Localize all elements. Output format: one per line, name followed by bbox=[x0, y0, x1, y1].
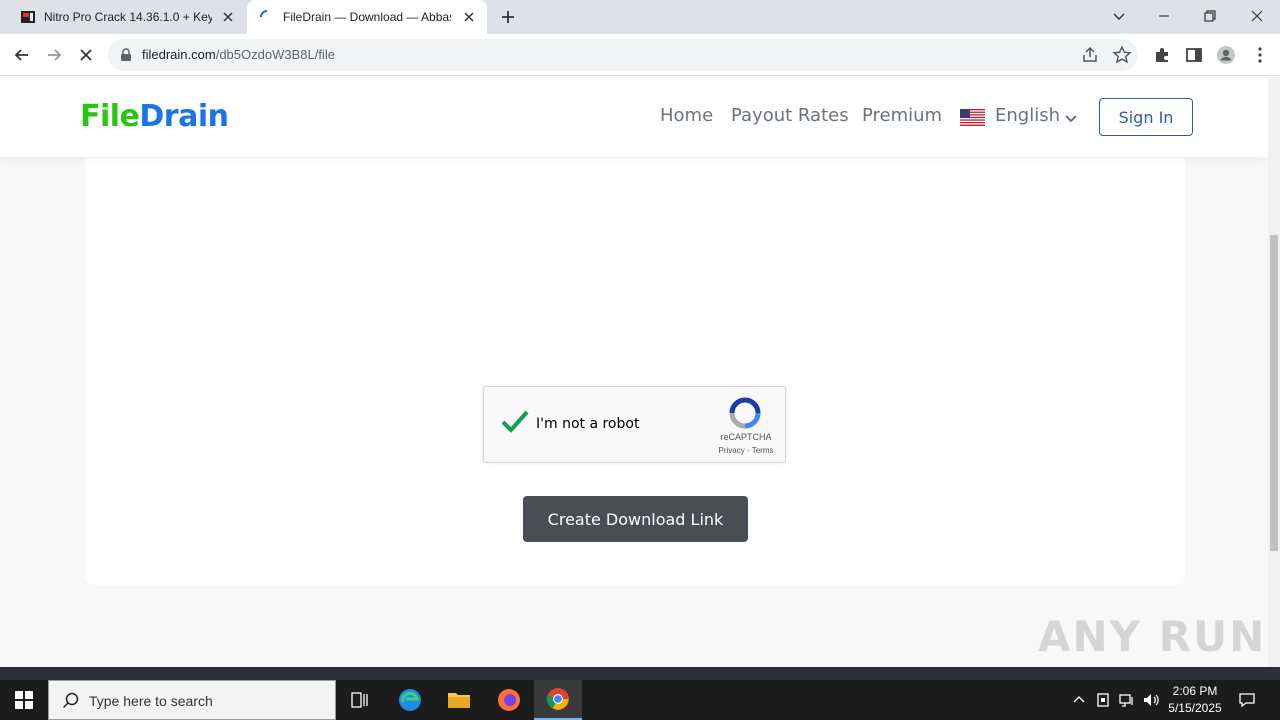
notifications-icon[interactable] bbox=[1238, 691, 1256, 709]
windows-logo-icon bbox=[15, 691, 33, 709]
page-viewport: FileDrain Home Payout Rates Premium Engl… bbox=[0, 77, 1268, 667]
recaptcha-widget[interactable]: I'm not a robot reCAPTCHA Privacy - Term… bbox=[483, 386, 786, 463]
extensions-icon[interactable] bbox=[1152, 45, 1172, 65]
back-icon[interactable] bbox=[12, 45, 32, 65]
logo-text-drain: Drain bbox=[139, 99, 229, 134]
site-footer-edge bbox=[0, 667, 1280, 680]
device-icon[interactable] bbox=[1094, 691, 1112, 709]
filedrain-logo[interactable]: FileDrain bbox=[80, 99, 229, 134]
show-hidden-icons-chevron-icon[interactable] bbox=[1070, 691, 1088, 709]
close-tab-icon[interactable] bbox=[461, 9, 477, 25]
search-placeholder: Type here to search bbox=[89, 693, 213, 709]
tab-favicon-icon bbox=[21, 11, 35, 23]
checkmark-icon[interactable] bbox=[500, 409, 530, 435]
page-scrollbar[interactable] bbox=[1268, 77, 1280, 667]
tab-filedrain[interactable]: FileDrain — Download — Abbas bbox=[247, 0, 487, 34]
start-button[interactable] bbox=[0, 680, 48, 720]
chevron-down-icon[interactable] bbox=[1063, 110, 1079, 126]
recaptcha-logo-icon bbox=[729, 397, 761, 429]
sign-in-button[interactable]: Sign In bbox=[1099, 98, 1193, 136]
clock-date: 5/15/2025 bbox=[1168, 701, 1222, 715]
network-icon[interactable] bbox=[1118, 691, 1136, 709]
address-bar[interactable]: filedrain.com/db5OzdoW3B8L/file bbox=[108, 39, 1138, 71]
system-clock[interactable]: 2:06 PM 5/15/2025 bbox=[1160, 683, 1230, 717]
site-header: FileDrain Home Payout Rates Premium Engl… bbox=[0, 77, 1268, 157]
lock-icon[interactable] bbox=[120, 48, 132, 62]
browser-toolbar: filedrain.com/db5OzdoW3B8L/file bbox=[0, 34, 1280, 76]
url-path: /db5OzdoW3B8L/file bbox=[215, 47, 335, 62]
menu-kebab-icon[interactable] bbox=[1250, 45, 1270, 65]
firefox-icon bbox=[498, 689, 520, 711]
tab-title: Nitro Pro Crack 14.36.1.0 + Keyg bbox=[44, 10, 212, 24]
clock-time: 2:06 PM bbox=[1172, 684, 1218, 698]
search-icon bbox=[62, 692, 79, 709]
recaptcha-legal-links[interactable]: Privacy - Terms bbox=[706, 446, 786, 455]
url-host: filedrain.com bbox=[142, 47, 216, 62]
close-window-icon[interactable] bbox=[1247, 6, 1267, 26]
restore-icon[interactable] bbox=[1200, 6, 1220, 26]
nav-payout-rates[interactable]: Payout Rates bbox=[731, 105, 849, 126]
share-icon[interactable] bbox=[1080, 45, 1100, 65]
windows-taskbar: Type here to search 2:06 PM 5/15/2025 bbox=[0, 680, 1280, 720]
tab-nitro[interactable]: Nitro Pro Crack 14.36.1.0 + Keyg bbox=[8, 0, 246, 34]
loading-spinner-icon bbox=[260, 10, 268, 18]
scrollbar-thumb[interactable] bbox=[1270, 235, 1278, 551]
profile-avatar-icon[interactable] bbox=[1216, 45, 1236, 65]
anyrun-watermark: ANY RUN bbox=[1038, 612, 1267, 661]
forward-icon[interactable] bbox=[44, 45, 64, 65]
language-selector[interactable]: English bbox=[995, 105, 1060, 126]
logo-text-file: File bbox=[80, 99, 140, 134]
minimize-icon[interactable] bbox=[1154, 6, 1174, 26]
taskbar-edge[interactable] bbox=[386, 680, 434, 720]
new-tab-icon[interactable] bbox=[499, 8, 517, 26]
tab-search-icon[interactable] bbox=[1109, 6, 1129, 26]
browser-tab-strip: Nitro Pro Crack 14.36.1.0 + Keyg FileDra… bbox=[0, 0, 1280, 34]
close-tab-icon[interactable] bbox=[220, 9, 236, 25]
nav-premium[interactable]: Premium bbox=[862, 105, 942, 126]
captcha-label: I'm not a robot bbox=[536, 416, 640, 432]
create-download-link-button[interactable]: Create Download Link bbox=[523, 496, 748, 542]
task-view-icon bbox=[351, 692, 368, 708]
us-flag-icon bbox=[960, 109, 985, 126]
tab-title: FileDrain — Download — Abbas bbox=[283, 10, 451, 24]
bookmark-star-icon[interactable] bbox=[1112, 45, 1132, 65]
taskbar-file-explorer[interactable] bbox=[435, 680, 483, 720]
stop-loading-icon[interactable] bbox=[76, 45, 96, 65]
volume-icon[interactable] bbox=[1142, 691, 1160, 709]
chrome-icon bbox=[546, 688, 569, 710]
folder-icon bbox=[448, 693, 470, 708]
nav-home[interactable]: Home bbox=[660, 105, 713, 126]
side-panel-icon[interactable] bbox=[1184, 45, 1204, 65]
recaptcha-brand: reCAPTCHA bbox=[720, 432, 772, 442]
url-text: filedrain.com/db5OzdoW3B8L/file bbox=[142, 47, 335, 62]
edge-icon bbox=[399, 689, 421, 711]
taskbar-firefox[interactable] bbox=[485, 680, 533, 720]
task-view-button[interactable] bbox=[336, 680, 384, 720]
taskbar-search-box[interactable]: Type here to search bbox=[48, 680, 336, 720]
taskbar-chrome[interactable] bbox=[534, 680, 582, 720]
